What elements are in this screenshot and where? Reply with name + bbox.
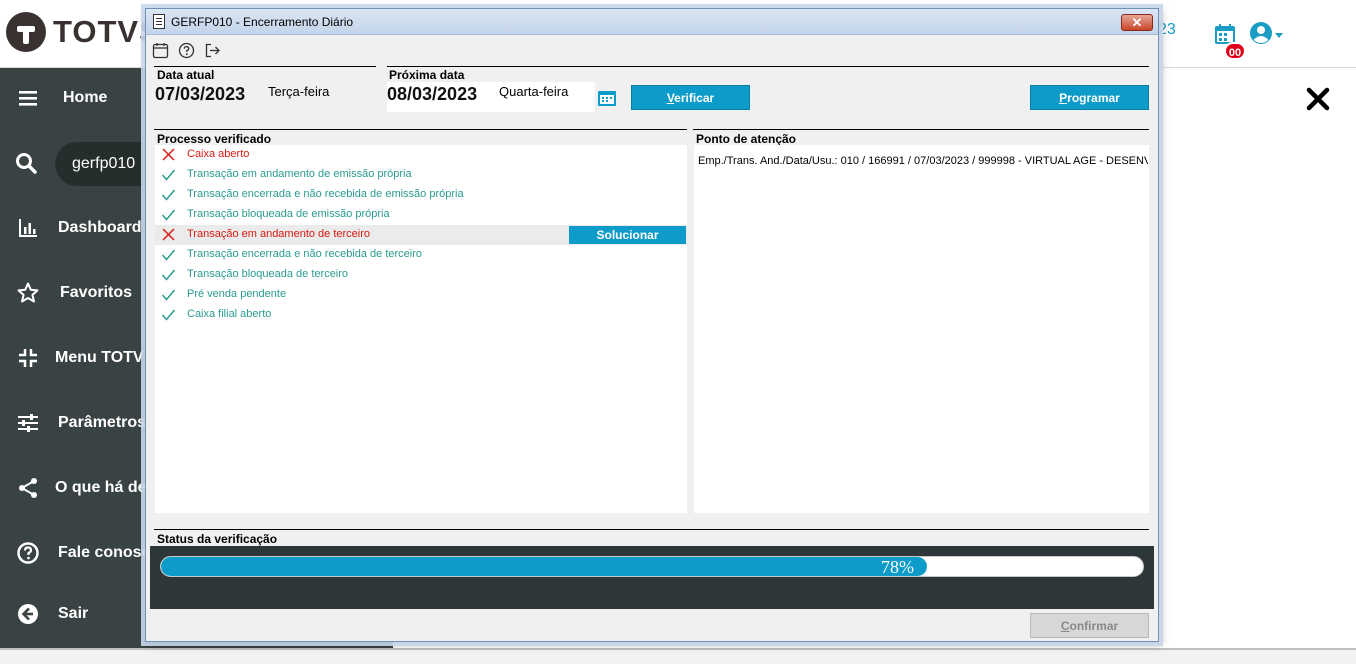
totvs-logo[interactable]: TOTVS (6, 12, 161, 52)
process-item-text: Transação encerrada e não recebida de em… (187, 188, 464, 200)
next-date-label: Próxima data (389, 68, 465, 82)
check-icon (161, 249, 176, 261)
sliders-icon (18, 414, 38, 432)
process-item-text: Transação bloqueada de emissão própria (187, 208, 390, 220)
sidebar-item-label: Parâmetros (58, 414, 147, 431)
search-icon[interactable] (14, 151, 38, 175)
sidebar-item-label: Favoritos (60, 284, 133, 301)
error-x-icon (162, 148, 175, 161)
dialog-titlebar[interactable]: GERFP010 - Encerramento Diário ✕ (146, 9, 1158, 35)
totvs-logo-mark (6, 12, 46, 52)
search-value: gerfp010 (72, 155, 136, 172)
process-item-text: Transação bloqueada de terceiro (187, 268, 349, 280)
section-divider (154, 129, 687, 130)
date-picker-icon[interactable] (597, 89, 617, 107)
progress-bar (160, 556, 1144, 577)
next-date-value: 08/03/2023 (387, 84, 478, 104)
process-list: Caixa aberto Transação em andamento de e… (155, 145, 687, 513)
progress-fill (161, 557, 927, 576)
confirm-button[interactable]: Confirmar (1030, 613, 1149, 638)
section-divider (693, 129, 1149, 130)
list-item[interactable]: Transação bloqueada de emissão própria (155, 205, 687, 225)
current-date-value: 07/03/2023 (155, 84, 246, 104)
current-weekday: Terça-feira (268, 84, 330, 99)
process-item-text: Transação encerrada e não recebida de te… (187, 248, 423, 260)
section-divider (387, 66, 1149, 67)
section-divider (154, 66, 376, 67)
error-x-icon (162, 228, 175, 241)
exit-icon[interactable] (204, 42, 221, 59)
attention-section-label: Ponto de atenção (696, 132, 797, 146)
window-close-button[interactable]: ✕ (1121, 14, 1153, 31)
process-section-label: Processo verificado (157, 132, 272, 146)
list-item[interactable]: Transação em andamento de emissão própri… (155, 165, 687, 185)
process-item-text: Caixa aberto (187, 148, 250, 160)
dialog-title: GERFP010 - Encerramento Diário (171, 15, 354, 29)
star-icon (17, 282, 39, 303)
menu-icon (19, 91, 37, 106)
attention-text: Emp./Trans. And./Data/Usu.: 010 / 166991… (698, 155, 1148, 167)
header-partial-text: 23 (1158, 21, 1176, 38)
next-weekday: Quarta-feira (499, 84, 569, 99)
check-icon (161, 289, 176, 301)
list-item[interactable]: Pré venda pendente (155, 285, 687, 305)
section-divider (154, 529, 1149, 530)
check-icon (161, 169, 176, 181)
list-item[interactable]: Caixa filial aberto (155, 305, 687, 325)
process-item-text: Caixa filial aberto (187, 308, 272, 320)
check-icon (161, 209, 176, 221)
list-item[interactable]: Transação encerrada e não recebida de em… (155, 185, 687, 205)
sidebar-item-label: Home (63, 89, 108, 106)
check-icon (161, 189, 176, 201)
dialog-toolbar (152, 42, 221, 62)
confirm-label: onfirmar (1069, 619, 1119, 633)
close-icon[interactable] (1305, 86, 1331, 112)
list-item[interactable]: Transação bloqueada de terceiro (155, 265, 687, 285)
process-item-text: Pré venda pendente (187, 288, 287, 300)
verify-button[interactable]: Verificar (631, 85, 750, 110)
check-icon (161, 269, 176, 281)
notification-badge: 00 (1224, 42, 1246, 60)
sidebar-item-label: Dashboard (58, 219, 142, 236)
attention-panel: Emp./Trans. And./Data/Usu.: 010 / 166991… (694, 145, 1149, 513)
list-item[interactable]: Caixa aberto (155, 145, 687, 165)
bar-chart-icon (19, 219, 37, 237)
process-item-text: Transação em andamento de terceiro (187, 228, 371, 240)
share-icon (19, 478, 37, 498)
encerramento-dialog: GERFP010 - Encerramento Diário ✕ Data at… (145, 8, 1159, 642)
status-panel: 78% (150, 546, 1154, 609)
progress-percent: 78% (881, 557, 914, 577)
bottom-scrollbar[interactable] (0, 648, 1356, 664)
schedule-label: rogramar (1067, 91, 1120, 105)
schedule-button[interactable]: Programar (1030, 85, 1149, 110)
collapse-icon (19, 349, 37, 367)
schedule-mnemonic: P (1059, 91, 1068, 105)
help-circle-icon (17, 542, 39, 564)
user-account-icon[interactable] (1249, 21, 1285, 47)
sidebar-item-label: Sair (58, 605, 89, 622)
document-icon (153, 14, 165, 29)
process-item-text: Transação em andamento de emissão própri… (187, 168, 412, 180)
arrow-left-circle-icon (18, 604, 38, 624)
list-item[interactable]: Transação em andamento de terceiro Soluc… (155, 225, 687, 245)
list-item[interactable]: Transação encerrada e não recebida de te… (155, 245, 687, 265)
calendar-icon[interactable] (152, 42, 169, 59)
solve-button[interactable]: Solucionar (569, 226, 686, 244)
next-date-field[interactable]: 08/03/2023 Quarta-feira (387, 82, 595, 112)
help-icon[interactable] (178, 42, 195, 59)
verify-label: erificar (674, 91, 715, 105)
status-section-label: Status da verificação (157, 532, 278, 546)
current-date-label: Data atual (157, 68, 215, 82)
sidebar-item-label: Menu TOTVS (55, 349, 155, 366)
check-icon (161, 309, 176, 321)
